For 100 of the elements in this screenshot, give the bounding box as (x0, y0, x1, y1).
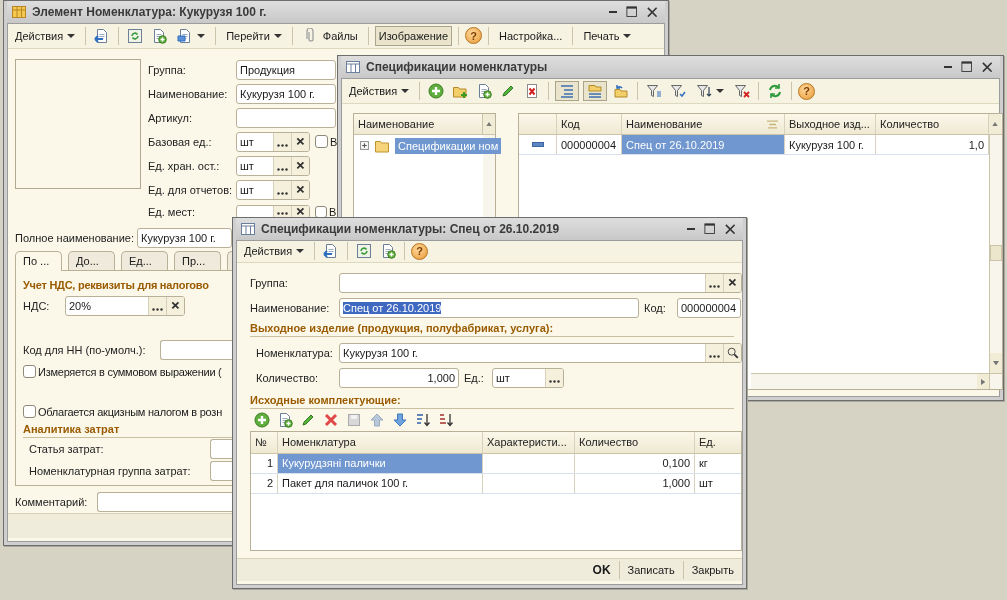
name-field[interactable]: Спец от 26.10.2019 (339, 297, 639, 318)
unit-field[interactable] (236, 204, 310, 219)
column-header[interactable]: Номенклатура (278, 431, 483, 453)
clear-button[interactable] (291, 132, 309, 151)
unit-field[interactable]: шт (492, 367, 564, 388)
copy-icon[interactable] (277, 411, 293, 428)
scroll-up-button[interactable] (483, 114, 495, 134)
table-cell[interactable]: Пакет для паличок 100 г. (278, 473, 483, 493)
select-button[interactable] (705, 273, 723, 292)
checkbox-label: Облагается акцизным налогом в розн (38, 405, 222, 418)
clear-button[interactable] (166, 296, 184, 315)
maximize-button[interactable] (961, 61, 973, 73)
checkbox-label: Измеряется в суммовом выражении ( (38, 365, 222, 378)
select-button[interactable] (545, 368, 563, 387)
select-button[interactable] (273, 180, 291, 199)
delete-icon[interactable] (323, 411, 339, 428)
close-button[interactable] (724, 223, 735, 235)
text-field[interactable] (210, 460, 232, 481)
vat-field[interactable]: 20% (65, 295, 185, 316)
unit-field[interactable]: шт (236, 131, 310, 152)
help-icon[interactable]: ? (465, 27, 483, 45)
tree-view-button[interactable] (555, 81, 580, 101)
row-icon (531, 142, 544, 147)
image-button[interactable]: Изображение (374, 25, 453, 46)
form-button[interactable]: Закрыть (687, 559, 738, 580)
nomenclature-field[interactable]: Кукурузя 100 г. (339, 342, 742, 363)
maximize-button[interactable] (704, 223, 716, 235)
add-icon[interactable] (254, 411, 270, 428)
checkbox[interactable] (315, 205, 327, 218)
column-header[interactable]: Наименование (622, 114, 785, 134)
search-button[interactable] (723, 343, 741, 362)
column-header[interactable]: Код (557, 114, 622, 134)
select-button[interactable] (273, 205, 291, 218)
minimize-button[interactable] (944, 66, 953, 68)
text-field[interactable]: Кукурузя 100 г. (137, 227, 232, 248)
checkbox[interactable] (315, 135, 328, 148)
actions-menu[interactable]: Действия (345, 81, 414, 101)
checkbox[interactable] (23, 365, 36, 378)
clear-button[interactable] (291, 156, 309, 175)
ellipsis-icon (277, 192, 288, 195)
select-button[interactable] (705, 343, 723, 362)
tab[interactable]: Ед... (121, 250, 168, 270)
group-field[interactable] (339, 272, 742, 293)
close-button[interactable] (646, 6, 657, 18)
minimize-button[interactable] (687, 228, 696, 230)
help-icon[interactable]: ? (798, 82, 816, 100)
minimize-button[interactable] (609, 11, 618, 13)
code-field[interactable]: 000000004 (677, 297, 741, 318)
scrollbar-thumb[interactable] (990, 245, 1002, 261)
filter-icon[interactable] (668, 83, 689, 99)
clear-button[interactable] (723, 273, 741, 292)
form-button[interactable]: Записать (623, 559, 679, 580)
section-title: Выходное изделие (продукция, полуфабрикат, услуга): (250, 320, 554, 336)
checkbox[interactable] (23, 405, 36, 418)
text-field[interactable]: Продукция (236, 59, 336, 80)
list-icon (559, 83, 576, 99)
comment-field[interactable] (97, 491, 232, 512)
select-button[interactable] (148, 296, 166, 315)
close-button[interactable] (981, 61, 992, 73)
column-header[interactable]: № (251, 431, 278, 453)
add-icon[interactable] (426, 83, 447, 99)
select-button[interactable] (273, 132, 291, 151)
column-header[interactable]: Характеристи... (483, 431, 575, 453)
settings-button[interactable]: Настройка... (495, 25, 567, 46)
files-button[interactable]: Файлы (298, 25, 362, 46)
maximize-button[interactable] (626, 6, 638, 18)
text-field[interactable] (160, 339, 232, 360)
text-field[interactable] (210, 438, 232, 459)
clear-button[interactable] (291, 205, 309, 218)
tab[interactable]: По ... (15, 250, 62, 271)
form-button[interactable]: OK (588, 559, 615, 580)
select-button[interactable] (273, 156, 291, 175)
field-label: Полное наименование: (15, 231, 135, 244)
column-header[interactable]: Количество (575, 431, 695, 453)
goto-menu[interactable]: Перейти (222, 25, 286, 46)
print-menu[interactable]: Печать (579, 25, 636, 46)
clear-button[interactable] (291, 180, 309, 199)
unit-field[interactable]: шт (236, 179, 310, 200)
field-label: Количество: (255, 371, 320, 384)
sort-descending-icon[interactable] (438, 411, 454, 428)
column-header[interactable]: Ед. (695, 431, 741, 453)
tab[interactable]: До... (68, 250, 115, 270)
scroll-up-button[interactable] (989, 114, 1001, 134)
help-icon[interactable]: ? (411, 242, 429, 260)
clear-filter-icon[interactable] (732, 83, 753, 99)
text-field[interactable] (236, 107, 336, 128)
vertical-scrollbar[interactable] (989, 135, 1002, 373)
quantity-field[interactable]: 1,000 (339, 367, 459, 388)
actions-menu[interactable]: Действия (11, 25, 80, 46)
actions-menu[interactable]: Действия (240, 241, 309, 262)
move-down-icon[interactable] (392, 411, 408, 428)
horizontal-scrollbar[interactable] (751, 373, 1002, 389)
column-header[interactable]: Выходное изд... (785, 114, 876, 134)
sort-ascending-icon[interactable] (415, 411, 431, 428)
expand-icon[interactable] (360, 141, 369, 150)
text-field[interactable]: Кукурузя 100 г. (236, 83, 336, 104)
field-label: Наименование: (148, 87, 229, 100)
folder-view-button[interactable] (583, 81, 608, 101)
unit-field[interactable]: шт (236, 155, 310, 176)
tab[interactable]: Пр... (174, 250, 221, 270)
